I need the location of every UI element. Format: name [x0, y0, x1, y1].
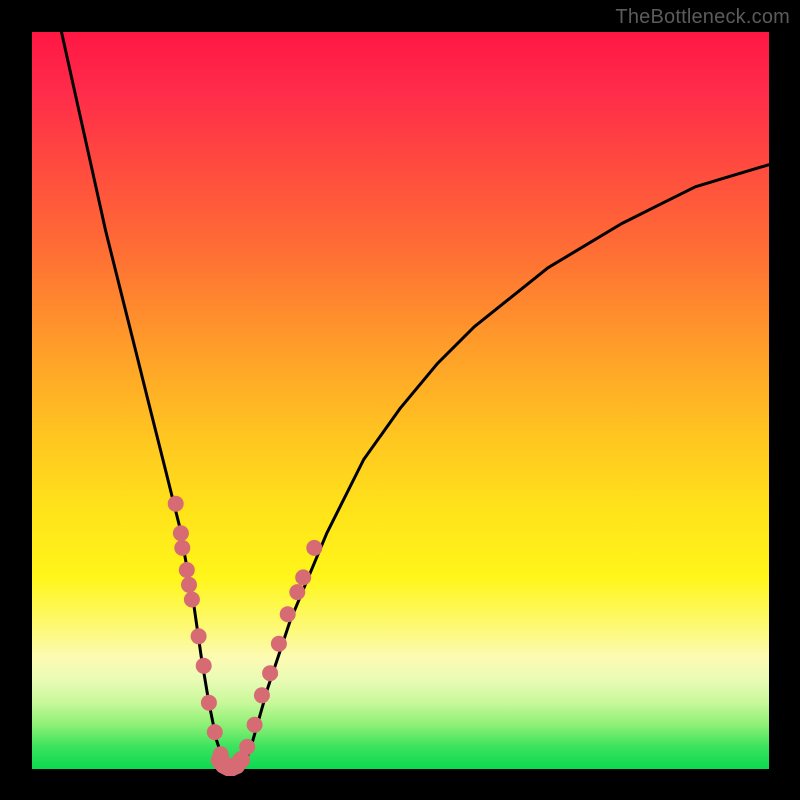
chart-frame: TheBottleneck.com — [0, 0, 800, 800]
plot-area — [32, 32, 769, 769]
bottleneck-curve — [62, 32, 770, 769]
curve-svg — [32, 32, 769, 769]
watermark-text: TheBottleneck.com — [615, 6, 790, 29]
highlight-dots — [168, 496, 323, 775]
